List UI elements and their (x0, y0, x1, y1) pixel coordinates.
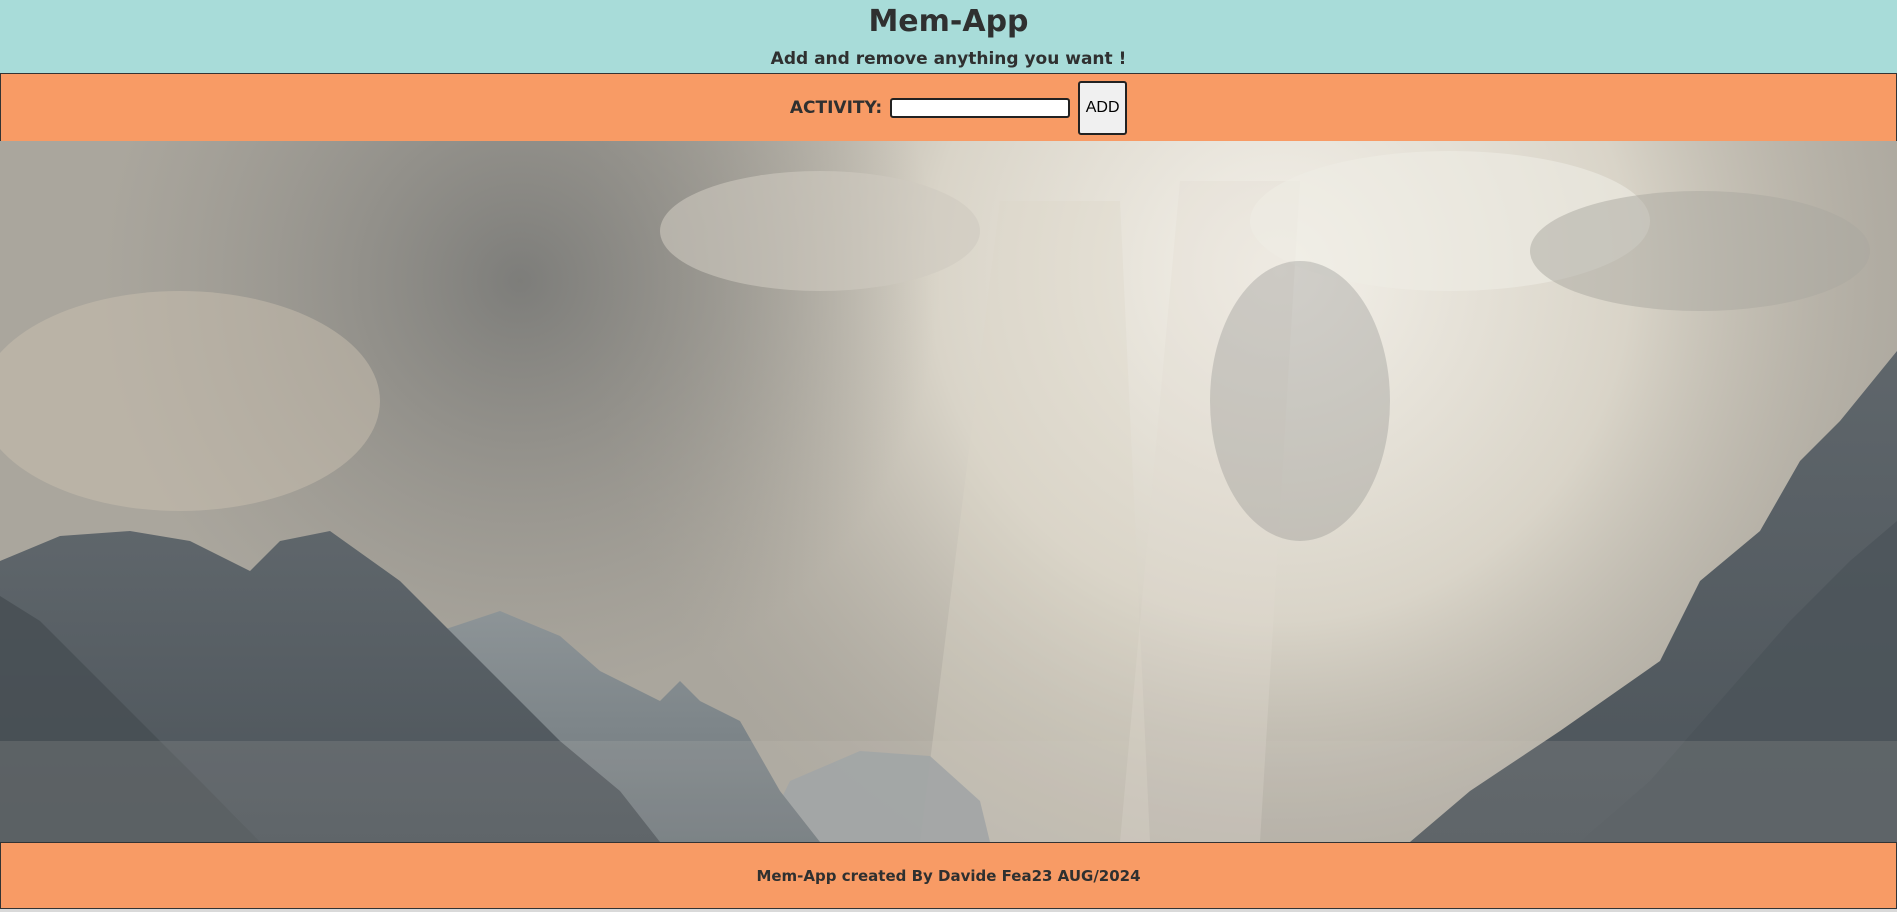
footer-credit: Mem-App created By Davide Fea23 AUG/2024 (756, 866, 1141, 885)
activity-form: ACTIVITY: ADD (0, 73, 1897, 142)
mountain-landscape-image (0, 141, 1897, 842)
add-button[interactable]: ADD (1078, 80, 1128, 135)
app-footer: Mem-App created By Davide Fea23 AUG/2024 (0, 842, 1897, 909)
app-header: Mem-App Add and remove anything you want… (0, 0, 1897, 73)
page: Mem-App Add and remove anything you want… (0, 0, 1897, 912)
activity-label: ACTIVITY: (789, 97, 883, 118)
background-image (0, 141, 1897, 842)
app-subtitle: Add and remove anything you want ! (770, 49, 1127, 69)
activity-input[interactable] (890, 97, 1071, 118)
app-title: Mem-App (868, 4, 1029, 39)
